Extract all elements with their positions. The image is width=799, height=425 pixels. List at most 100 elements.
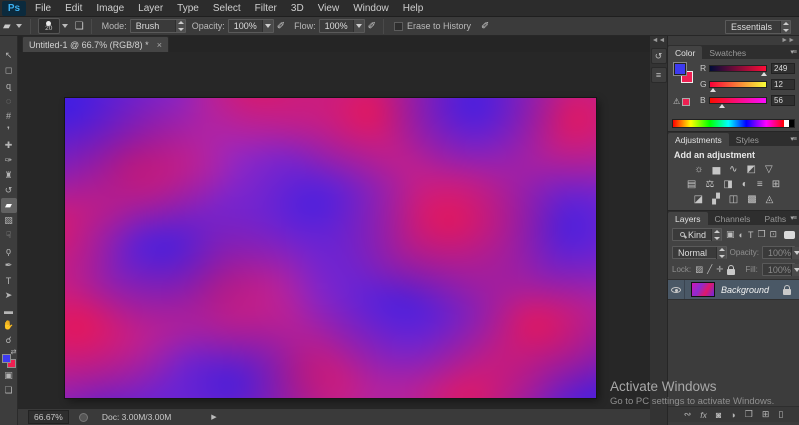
swap-colors-icon[interactable]: ⇄	[11, 348, 17, 356]
tool-type[interactable]: T	[1, 273, 17, 288]
panel-menu-icon[interactable]: ▾≡	[790, 214, 797, 222]
tool-history-brush[interactable]: ↺	[1, 183, 17, 198]
zoom-level-field[interactable]: 66.67%	[28, 410, 69, 424]
adj-selective-color-icon[interactable]: ◬	[766, 194, 774, 205]
adj-levels-icon[interactable]: ▅	[712, 164, 720, 175]
layer-name[interactable]: Background	[721, 285, 783, 295]
spectrum-black-chip[interactable]	[789, 120, 794, 127]
adj-curves-icon[interactable]: ∿	[729, 164, 737, 175]
filter-kind-select[interactable]: Kind	[672, 228, 722, 241]
lock-transparent-pixels-icon[interactable]: ▨	[695, 264, 703, 275]
b-value-field[interactable]: 56	[771, 94, 795, 106]
new-layer-icon[interactable]: ⊞	[762, 409, 770, 420]
tool-eraser-selected[interactable]: ▰	[0, 198, 17, 213]
layer-thumbnail[interactable]	[691, 282, 715, 297]
b-slider[interactable]	[709, 96, 767, 108]
menu-select[interactable]: Select	[213, 3, 241, 14]
link-layers-icon[interactable]: ∾	[684, 409, 692, 420]
panel-menu-icon[interactable]: ▾≡	[790, 135, 797, 143]
stepper-icon[interactable]	[711, 228, 721, 241]
dropdown-arrow-icon[interactable]	[790, 263, 799, 276]
chevron-down-icon[interactable]	[61, 24, 68, 28]
visibility-cell[interactable]	[668, 280, 685, 299]
add-layer-mask-icon[interactable]: ◙	[716, 410, 721, 420]
adj-color-lookup-icon[interactable]: ⊞	[772, 179, 780, 190]
chevron-down-icon[interactable]	[15, 24, 22, 28]
foreground-color-swatch[interactable]	[673, 62, 687, 76]
menu-file[interactable]: File	[35, 3, 51, 14]
document-tab[interactable]: Untitled-1 @ 66.7% (RGB/8) * ×	[22, 36, 169, 52]
dropdown-arrow-icon[interactable]	[791, 246, 799, 259]
lock-position-icon[interactable]: ✛	[716, 264, 723, 275]
filter-pixel-layers-icon[interactable]: ▣	[726, 229, 735, 240]
adj-exposure-icon[interactable]: ◩	[747, 164, 756, 175]
tab-layers[interactable]: Layers	[668, 212, 708, 225]
erase-to-history-checkbox[interactable]	[394, 21, 403, 31]
tab-swatches[interactable]: Swatches	[702, 46, 753, 59]
tool-zoom[interactable]: ☌	[1, 333, 17, 348]
menu-help[interactable]: Help	[403, 3, 424, 14]
filter-smart-objects-icon[interactable]: ⊡	[770, 229, 778, 240]
tool-quick-mask[interactable]: ▣	[1, 368, 17, 383]
tool-move[interactable]: ↖	[1, 48, 17, 63]
slider-thumb-icon[interactable]	[760, 71, 767, 76]
filter-adjustment-layers-icon[interactable]: ◐	[739, 230, 744, 240]
brush-preset-picker[interactable]: 20	[37, 18, 60, 34]
foreground-color-swatch[interactable]	[1, 354, 11, 363]
tool-screen-mode[interactable]: ❏	[1, 383, 17, 398]
status-options-arrow-icon[interactable]: ▶	[211, 413, 216, 421]
menu-type[interactable]: Type	[177, 3, 199, 14]
workspace-switcher[interactable]: Essentials	[725, 20, 791, 34]
filter-toggle-switch[interactable]	[784, 230, 795, 239]
tool-quick-selection[interactable]: ◌	[1, 93, 17, 108]
panel-menu-icon[interactable]: ▾≡	[790, 48, 797, 56]
tab-styles[interactable]: Styles	[729, 133, 766, 146]
delete-layer-icon[interactable]: ▯	[778, 409, 783, 420]
r-slider[interactable]	[709, 64, 767, 76]
adj-threshold-icon[interactable]: ◫	[729, 194, 738, 205]
adj-posterize-icon[interactable]: ▞	[712, 194, 720, 205]
adj-gradient-map-icon[interactable]: ▩	[747, 194, 756, 205]
tool-lasso[interactable]: ɋ	[1, 78, 17, 93]
menu-layer[interactable]: Layer	[138, 3, 163, 14]
menu-3d[interactable]: 3D	[291, 3, 304, 14]
gamut-warning[interactable]: ⚠	[673, 97, 691, 106]
gamut-color-chip[interactable]	[682, 97, 691, 106]
tool-hand[interactable]: ✋	[1, 318, 17, 333]
history-panel-button[interactable]: ↺	[650, 48, 667, 64]
tool-eyedropper[interactable]: ❜	[1, 123, 17, 138]
opacity-field[interactable]: 100%	[227, 19, 274, 33]
new-group-icon[interactable]: ❒	[745, 409, 753, 420]
flow-field[interactable]: 100%	[318, 19, 365, 33]
toggle-brush-panel-icon[interactable]: ❏	[75, 21, 84, 32]
blend-mode-select[interactable]: Normal	[672, 246, 727, 259]
tool-gradient[interactable]: ▧	[1, 213, 17, 228]
adj-invert-icon[interactable]: ◪	[694, 194, 703, 205]
collapse-panels-icon[interactable]: ►►	[668, 36, 799, 45]
adj-black-white-icon[interactable]: ◨	[723, 179, 732, 190]
new-adjustment-layer-icon[interactable]: ◑	[730, 410, 735, 420]
adj-color-balance-icon[interactable]: ⚖	[705, 179, 714, 190]
tool-brush[interactable]: ✑	[1, 153, 17, 168]
dropdown-arrow-icon[interactable]	[352, 20, 364, 32]
color-spectrum-ramp[interactable]	[672, 119, 795, 128]
tool-smudge[interactable]: ☟	[1, 228, 17, 243]
layer-fill-field[interactable]: 100%	[761, 263, 799, 276]
smoothing-icon[interactable]: ✐	[481, 21, 489, 32]
g-value-field[interactable]: 12	[771, 78, 795, 90]
g-slider[interactable]	[709, 80, 767, 92]
tool-clone-stamp[interactable]: ♜	[1, 168, 17, 183]
slider-thumb-icon[interactable]	[709, 87, 716, 92]
filter-shape-layers-icon[interactable]: ❒	[757, 229, 765, 240]
adj-hue-saturation-icon[interactable]: ▤	[687, 179, 696, 190]
layer-row-background[interactable]: Background	[668, 280, 799, 300]
r-value-field[interactable]: 249	[771, 62, 795, 74]
airbrush-icon[interactable]: ✐	[277, 21, 285, 32]
tool-rectangular-marquee[interactable]: ◻	[1, 63, 17, 78]
menu-filter[interactable]: Filter	[255, 3, 277, 14]
lock-image-pixels-icon[interactable]: ╱	[707, 264, 712, 275]
menu-edit[interactable]: Edit	[65, 3, 82, 14]
stepper-icon[interactable]	[715, 246, 726, 259]
stepper-icon[interactable]	[780, 21, 790, 33]
spectrum-gradient[interactable]	[673, 120, 784, 127]
